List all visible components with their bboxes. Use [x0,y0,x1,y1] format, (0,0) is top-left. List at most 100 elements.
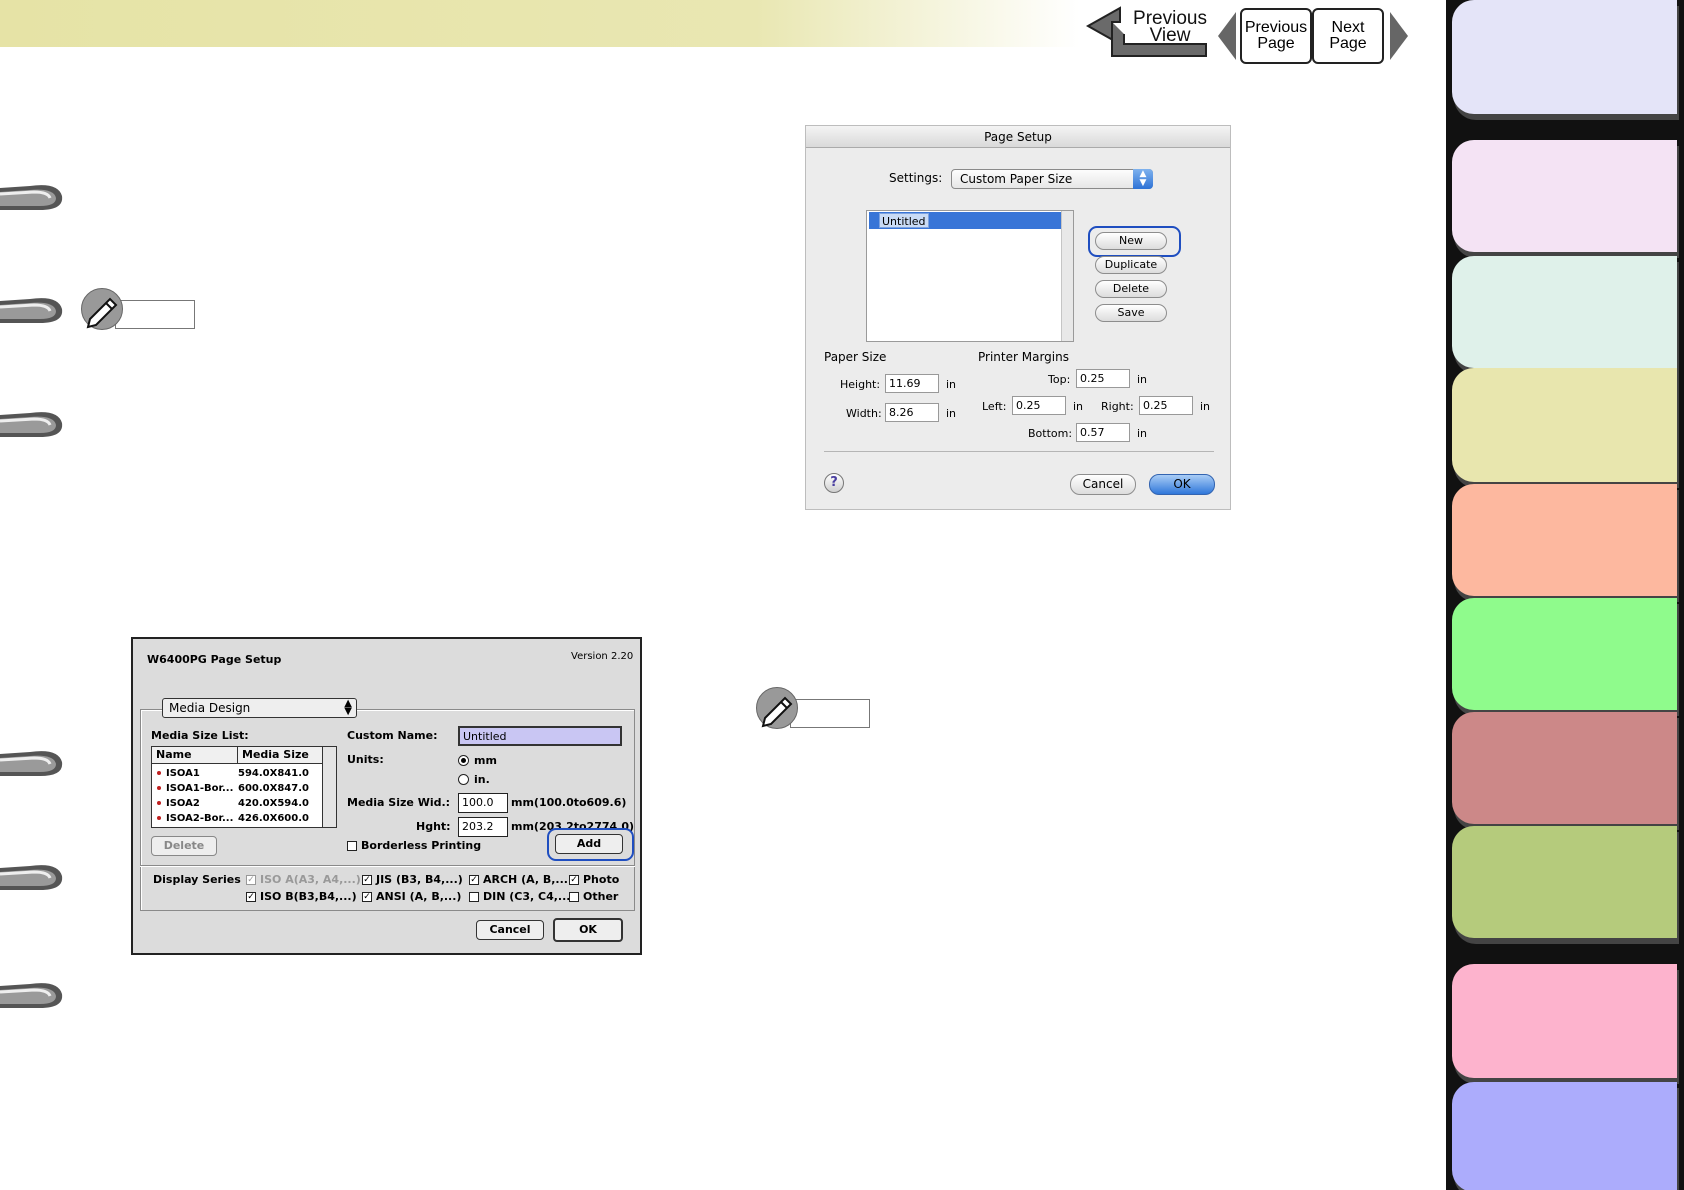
column-header-size[interactable]: Media Size [238,747,324,764]
width-range: mm(100.0to609.6) [511,796,627,809]
delete-button[interactable]: Delete [1095,280,1167,298]
bottom-margin-unit: in [1137,427,1148,440]
iso-b-checkbox[interactable]: ✓ [246,892,256,902]
note-icon-2 [756,687,876,731]
ansi-checkbox[interactable]: ✓ [362,892,372,902]
list-item[interactable]: ISOA1 594.0X841.0 [152,766,324,781]
binder-ring-icon [0,736,70,782]
row-name: ISOA1-Bor... [166,783,234,794]
list-item[interactable]: ISOA2-Bor... 426.0X600.0 [152,811,324,826]
list-item-label: Untitled [879,213,929,228]
iso-a-checkbox[interactable]: ✓ [246,875,256,885]
column-header-name[interactable]: Name [152,747,238,764]
cancel-button[interactable]: Cancel [1070,474,1136,495]
manual-page: Previous View Previous Page Next Page Pa… [0,0,1684,1190]
right-margin-field[interactable]: 0.25 [1139,396,1193,415]
settings-value: Custom Paper Size [960,172,1073,186]
list-item[interactable]: ISOA1-Bor... 600.0X847.0 [152,781,324,796]
din-checkbox[interactable] [469,892,479,902]
bottom-margin-field[interactable]: 0.57 [1076,423,1130,442]
row-name: ISOA1 [166,768,200,779]
previous-view-button[interactable]: Previous View [1084,4,1214,62]
binder-ring-icon [0,850,70,896]
chapter-tab-1[interactable] [1452,0,1677,114]
chapter-tab-2[interactable] [1452,140,1677,252]
height-field[interactable]: 11.69 [885,374,939,393]
chapter-tab-4[interactable] [1452,368,1677,482]
media-size-list-label: Media Size List: [151,729,249,742]
jis-checkbox[interactable]: ✓ [362,875,372,885]
chapter-tab-5[interactable] [1452,484,1677,596]
chapter-tab-10[interactable] [1452,1082,1677,1190]
list-item[interactable]: ISOA2 420.0X594.0 [152,796,324,811]
list-scrollbar[interactable] [322,747,336,827]
add-button[interactable]: Add [555,834,623,854]
series-separator [140,865,635,866]
popup-arrows-icon: ▲ ▼ [344,698,352,717]
din-label: DIN (C3, C4,...) [483,890,576,903]
height-unit: in [946,378,957,391]
top-margin-label: Top: [1048,373,1071,386]
custom-name-label: Custom Name: [347,729,438,742]
chapter-tab-9[interactable] [1452,964,1677,1078]
photo-label: Photo [583,873,620,886]
other-checkbox[interactable] [569,892,579,902]
photo-checkbox[interactable]: ✓ [569,875,579,885]
height-field[interactable]: 203.2 [458,817,508,837]
other-label: Other [583,890,619,903]
previous-page-arrow-icon[interactable] [1218,12,1236,60]
previous-view-label: Previous View [1133,8,1207,46]
next-page-button[interactable]: Next Page [1312,8,1384,64]
dialog-separator [824,451,1214,452]
list-scrollbar[interactable] [1061,211,1073,341]
width-field[interactable]: 8.26 [885,403,939,422]
chapter-tab-7[interactable] [1452,712,1677,824]
width-field[interactable]: 100.0 [458,793,508,813]
unit-mm-radio[interactable] [458,755,469,766]
row-size: 420.0X594.0 [238,798,309,809]
cancel-button[interactable]: Cancel [476,920,544,940]
chapter-tab-6[interactable] [1452,598,1677,710]
settings-popup[interactable]: Custom Paper Size ▲ ▼ [951,169,1153,189]
top-margin-unit: in [1137,373,1148,386]
top-margin-field[interactable]: 0.25 [1076,369,1130,388]
custom-name-field[interactable]: Untitled [458,726,622,746]
delete-button[interactable]: Delete [151,836,217,856]
settings-label: Settings: [889,171,943,185]
right-margin-label: Right: [1101,400,1134,413]
media-design-popup[interactable]: Media Design ▲ ▼ [162,698,357,718]
row-name: ISOA2-Bor... [166,813,234,824]
borderless-label: Borderless Printing [361,839,482,852]
media-design-value: Media Design [169,701,251,715]
chapter-tab-8[interactable] [1452,826,1677,938]
iso-b-label: ISO B(B3,B4,...) [260,890,357,903]
media-size-list[interactable]: Name Media Size ISOA1 594.0X841.0 ISOA1-… [151,746,337,828]
unit-in-radio[interactable] [458,774,469,785]
next-page-label: Next Page [1329,19,1367,52]
duplicate-button[interactable]: Duplicate [1095,256,1167,274]
custom-size-list[interactable]: Untitled [866,210,1074,342]
right-margin-unit: in [1200,400,1211,413]
chapter-tab-3[interactable] [1452,256,1677,368]
previous-page-button[interactable]: Previous Page [1240,8,1312,64]
left-margin-label: Left: [982,400,1007,413]
ok-button[interactable]: OK [1149,474,1215,495]
note-icon [81,288,201,332]
paper-size-heading: Paper Size [824,350,887,364]
os9-page-setup-dialog: W6400PG Page Setup Version 2.20 Media De… [131,637,642,955]
row-size: 594.0X841.0 [238,768,309,779]
new-button[interactable]: New [1095,232,1167,250]
binder-ring-icon [0,397,70,443]
height-label: Hght: [416,820,451,833]
width-unit: in [946,407,957,420]
next-page-arrow-icon[interactable] [1390,12,1408,60]
list-item-selected[interactable]: Untitled [869,212,1063,229]
left-margin-field[interactable]: 0.25 [1012,396,1066,415]
binder-ring-icon [0,283,70,329]
arch-checkbox[interactable]: ✓ [469,875,479,885]
save-button[interactable]: Save [1095,304,1167,322]
help-icon[interactable]: ? [824,473,844,493]
note-label-box [115,300,195,329]
ok-button[interactable]: OK [553,918,623,942]
borderless-checkbox[interactable] [347,841,357,851]
